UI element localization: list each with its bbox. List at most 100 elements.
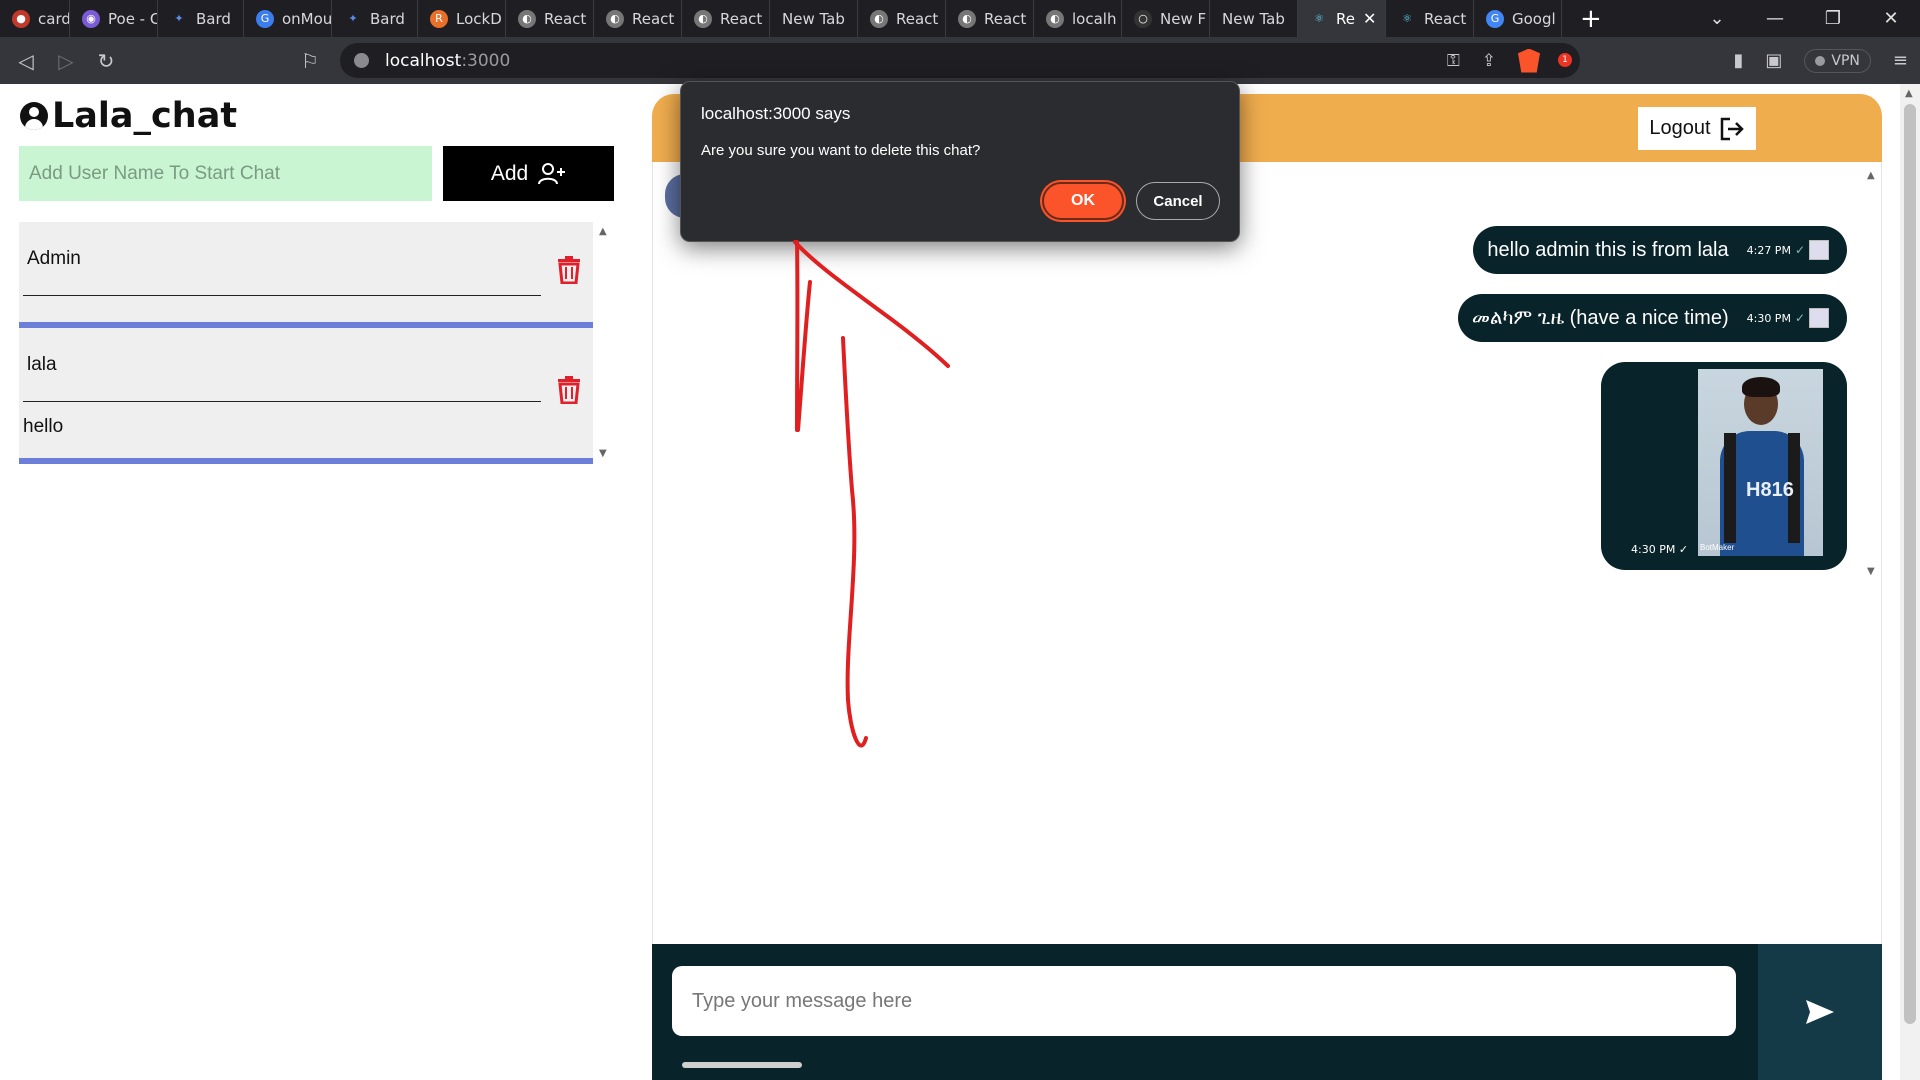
message-composer	[652, 944, 1882, 1080]
sidebar: Lala_chat Add Admin lala hello ▲ ▼	[0, 84, 630, 1080]
user-circle-icon	[20, 102, 48, 130]
broken-image-icon	[1809, 308, 1829, 328]
sidebar-toggle-icon[interactable]: ▮	[1733, 50, 1743, 71]
restore-icon[interactable]: ❐	[1804, 8, 1862, 29]
browser-tab[interactable]: ✦ Bard	[158, 0, 244, 37]
scroll-down-icon[interactable]: ▼	[599, 448, 607, 459]
chat-name: Admin	[23, 222, 541, 296]
message-bubble: መልካም ጊዜ (have a nice time) 4:30 PM ✓	[1457, 294, 1847, 342]
google-icon: G	[256, 9, 274, 28]
message-text: መልካም ጊዜ (have a nice time)	[1471, 306, 1729, 329]
reload-icon[interactable]: ↻	[86, 49, 126, 73]
browser-tab-strip: ●card te ◉Poe - C ✦Bard GonMou ✦Bard RLo…	[0, 0, 1920, 37]
user-plus-icon	[538, 162, 566, 184]
key-icon[interactable]: ⚿	[1447, 51, 1460, 71]
scroll-up-icon[interactable]: ▲	[1867, 170, 1875, 181]
back-icon[interactable]: ◁	[6, 49, 46, 73]
share-icon[interactable]: ⇪	[1482, 51, 1496, 71]
github-icon: ○	[1134, 9, 1152, 28]
toolbar-right: ▮ ▣ VPN ≡	[1733, 37, 1908, 84]
check-icon: ✓	[1794, 243, 1805, 257]
browser-tab[interactable]: New Tab	[1210, 0, 1298, 37]
wallet-icon[interactable]: ▣	[1765, 50, 1782, 71]
scrollbar-thumb[interactable]	[1904, 104, 1916, 1024]
trash-icon[interactable]	[557, 256, 581, 284]
browser-tab[interactable]: New Tab	[770, 0, 858, 37]
logout-icon	[1720, 117, 1744, 140]
close-tab-icon[interactable]: ✕	[1363, 9, 1376, 28]
tab-search-chevron-icon[interactable]: ⌄	[1688, 8, 1746, 29]
browser-tab[interactable]: GonMou	[244, 0, 332, 37]
message-area: hello admin this is from lala 4:27 PM ✓ …	[652, 162, 1882, 944]
browser-tab[interactable]: ◐ React	[946, 0, 1034, 37]
minimize-icon[interactable]: —	[1746, 8, 1804, 29]
chat-list-item[interactable]: Admin	[19, 222, 593, 328]
globe-icon: ◐	[518, 9, 536, 28]
browser-tab[interactable]: R LockD	[418, 0, 506, 37]
address-bar-tools: ⚿ ⇪ 1	[1447, 48, 1580, 73]
message-time: 4:30 PM ✓	[1631, 543, 1689, 556]
chat-list-item[interactable]: lala hello	[19, 328, 593, 464]
browser-tab[interactable]: ●card te	[0, 0, 70, 37]
browser-tab[interactable]: ◉ Poe - C	[70, 0, 158, 37]
bard-sparkle-icon: ✦	[174, 12, 184, 25]
site-info-icon[interactable]	[354, 53, 369, 68]
scroll-up-icon[interactable]: ▲	[599, 226, 607, 237]
browser-tab[interactable]: ◐ React	[506, 0, 594, 37]
browser-tab[interactable]: ○ New F	[1122, 0, 1210, 37]
browser-tab-active[interactable]: ⚛ Re ✕	[1298, 0, 1386, 37]
globe-icon: ◐	[694, 9, 712, 28]
chat-preview: hello	[23, 416, 64, 437]
message-photo[interactable]: H816 BotMaker	[1698, 369, 1823, 556]
vpn-button[interactable]: VPN	[1804, 48, 1871, 73]
react-icon: ⚛	[1314, 12, 1324, 25]
globe-icon: ◐	[606, 9, 624, 28]
vpn-status-icon	[1815, 55, 1826, 66]
window-controls: ⌄ — ❐ ✕	[1688, 8, 1920, 29]
image-message-bubble[interactable]: H816 BotMaker 4:30 PM ✓	[1601, 362, 1847, 570]
scroll-down-icon[interactable]: ▼	[1867, 566, 1875, 577]
page-scrollbar[interactable]: ▲	[1900, 84, 1920, 1080]
message-time: 4:27 PM	[1746, 243, 1791, 257]
scroll-up-icon[interactable]: ▲	[1905, 88, 1913, 99]
browser-tab[interactable]: ◐ React	[594, 0, 682, 37]
react-icon: ⚛	[1402, 12, 1412, 25]
send-button[interactable]	[1758, 944, 1882, 1080]
photo-watermark: BotMaker	[1700, 543, 1735, 552]
browser-tab[interactable]: ◐ React	[858, 0, 946, 37]
forward-icon[interactable]: ▷	[46, 49, 86, 73]
trash-icon[interactable]	[557, 376, 581, 404]
close-window-icon[interactable]: ✕	[1862, 8, 1920, 29]
cancel-button[interactable]: Cancel	[1136, 182, 1220, 220]
globe-icon: ◐	[958, 9, 976, 28]
address-bar[interactable]: localhost:3000 ⚿ ⇪ 1	[340, 43, 1580, 78]
browser-tab[interactable]: ⚛ React	[1386, 0, 1474, 37]
brave-icon: ●	[12, 9, 30, 28]
chat-list: Admin lala hello ▲ ▼	[19, 222, 613, 464]
add-user-button[interactable]: Add	[443, 146, 614, 201]
photo-hair	[1742, 377, 1780, 397]
logout-button[interactable]: Logout	[1638, 107, 1756, 150]
browser-tab[interactable]: G Googl	[1474, 0, 1562, 37]
brave-shields-icon[interactable]	[1518, 48, 1540, 73]
browser-tab[interactable]: ◐ localh	[1034, 0, 1122, 37]
message-scrollbar[interactable]: ▲ ▼	[1863, 162, 1881, 582]
poe-icon: ◉	[82, 9, 100, 28]
chat-list-scrollbar[interactable]: ▲ ▼	[595, 222, 613, 464]
globe-icon: ◐	[870, 9, 888, 28]
google-translate-icon: G	[1486, 9, 1504, 28]
confirm-dialog: localhost:3000 says Are you sure you wan…	[680, 81, 1240, 242]
browser-tab[interactable]: ✦ Bard	[332, 0, 418, 37]
check-icon: ✓	[1794, 311, 1805, 325]
menu-icon[interactable]: ≡	[1893, 50, 1908, 71]
ok-button[interactable]: OK	[1042, 182, 1124, 220]
horizontal-scrollbar[interactable]	[682, 1062, 802, 1068]
bookmark-icon[interactable]: ⚐	[290, 49, 330, 73]
browser-tab[interactable]: ◐ React	[682, 0, 770, 37]
add-user-input[interactable]	[19, 146, 432, 201]
new-tab-plus-icon[interactable]: +	[1562, 4, 1620, 34]
dialog-title: localhost:3000 says	[701, 104, 851, 123]
chat-divider	[19, 458, 593, 464]
url-host: localhost	[385, 50, 462, 71]
message-input[interactable]	[672, 966, 1736, 1036]
